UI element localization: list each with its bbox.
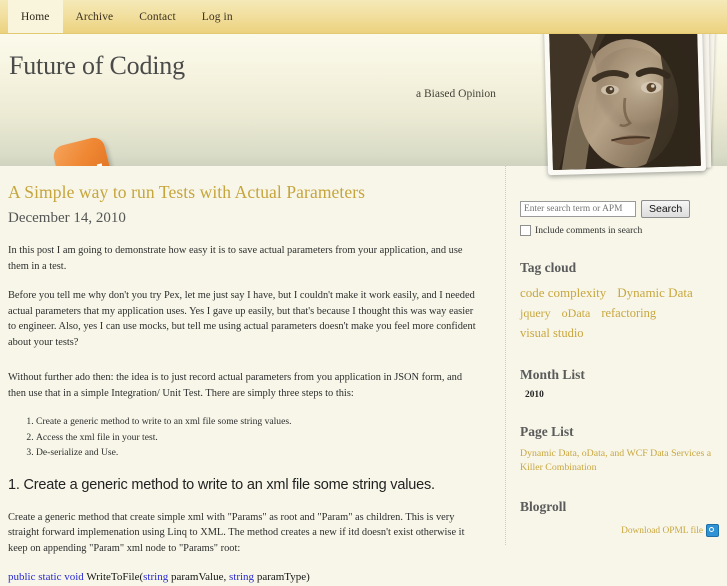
- include-comments-label: Include comments in search: [535, 225, 643, 236]
- page-list-section: Page List Dynamic Data, oData, and WCF D…: [520, 424, 719, 475]
- tag-refactoring[interactable]: refactoring: [601, 306, 656, 320]
- include-comments-row: Include comments in search: [520, 225, 719, 236]
- post-body: In this post I am going to demonstrate h…: [8, 243, 481, 586]
- rss-icon-arc-outer: [57, 141, 110, 166]
- tag-code-complexity[interactable]: code complexity: [520, 285, 606, 300]
- list-item: Create a generic method to write to an x…: [36, 415, 481, 429]
- month-list-section: Month List 2010: [520, 367, 719, 400]
- blogroll-heading: Blogroll: [520, 499, 567, 514]
- site-tagline: a Biased Opinion: [416, 88, 496, 100]
- header-photo-stack: [542, 10, 722, 176]
- code-snippet: public static void WriteToFile(string pa…: [8, 570, 481, 586]
- nav-item-login-label: Log in: [201, 10, 233, 23]
- steps-list: Create a generic method to write to an x…: [8, 415, 481, 460]
- nav-item-archive-label: Archive: [75, 10, 114, 23]
- code-identifier-3: paramType): [254, 571, 310, 583]
- tag-visual-studio[interactable]: visual studio: [520, 326, 584, 340]
- code-identifier-2: paramValue,: [168, 571, 229, 583]
- list-item: Access the xml file in your test.: [36, 431, 481, 445]
- section-paragraph: Create a generic method that create simp…: [8, 511, 465, 554]
- avatar: [549, 25, 701, 171]
- tag-jquery[interactable]: jquery: [520, 306, 551, 320]
- nav-item-login[interactable]: Log in: [189, 0, 246, 33]
- tag-odata[interactable]: oData: [562, 306, 591, 320]
- blogroll-section: Blogroll Download OPML file: [520, 499, 719, 537]
- tag-cloud-heading: Tag cloud: [520, 260, 577, 275]
- search-widget: Search: [520, 200, 719, 218]
- tag-dynamic-data[interactable]: Dynamic Data: [617, 285, 692, 300]
- sidebar: Search Include comments in search Tag cl…: [505, 166, 727, 545]
- tag-cloud-list: code complexity Dynamic Data jquery oDat…: [520, 283, 719, 343]
- rss-icon-body: [51, 135, 115, 166]
- post-title[interactable]: A Simple way to run Tests with Actual Pa…: [8, 182, 481, 203]
- rss-icon[interactable]: [51, 135, 115, 166]
- page-list-item[interactable]: Dynamic Data, oData, and WCF Data Servic…: [520, 447, 719, 475]
- post-paragraph-3: Without further ado then: the idea is to…: [8, 372, 463, 399]
- month-list-heading: Month List: [520, 367, 585, 382]
- code-keyword-1: public static void: [8, 571, 87, 583]
- code-keyword-2: string: [143, 571, 169, 583]
- opml-row: Download OPML file: [520, 524, 719, 537]
- month-list-item-2010[interactable]: 2010: [525, 390, 719, 400]
- download-opml-link[interactable]: Download OPML file: [621, 526, 703, 536]
- post-date: December 14, 2010: [8, 210, 126, 226]
- code-identifier-1: WriteToFile(: [86, 571, 144, 583]
- nav-item-home-label: Home: [21, 10, 50, 23]
- page-root: Home Archive Contact Log in Future of Co…: [0, 0, 727, 583]
- top-navigation-bar: Home Archive Contact Log in: [0, 0, 727, 34]
- photo-frame: [543, 20, 707, 176]
- section-heading: 1. Create a generic method to write to a…: [8, 477, 435, 493]
- portrait-illustration: [549, 25, 701, 171]
- opml-icon[interactable]: [706, 524, 719, 537]
- post-content: A Simple way to run Tests with Actual Pa…: [0, 166, 497, 586]
- page-list-heading: Page List: [520, 424, 574, 439]
- list-item: De-serialize and Use.: [36, 446, 481, 460]
- nav-item-home[interactable]: Home: [8, 0, 63, 33]
- nav-list: Home Archive Contact Log in: [0, 0, 727, 33]
- include-comments-checkbox[interactable]: [520, 225, 531, 236]
- nav-item-contact-label: Contact: [139, 10, 176, 23]
- nav-item-contact[interactable]: Contact: [126, 0, 188, 33]
- code-keyword-3: string: [229, 571, 255, 583]
- site-title[interactable]: Future of Coding: [9, 51, 185, 81]
- post-paragraph-2: Before you tell me why don't you try Pex…: [8, 290, 476, 348]
- nav-item-archive[interactable]: Archive: [63, 0, 127, 33]
- post-paragraph-1: In this post I am going to demonstrate h…: [8, 245, 463, 272]
- search-button[interactable]: Search: [641, 200, 691, 218]
- search-input[interactable]: [520, 201, 636, 217]
- tag-cloud-section: Tag cloud code complexity Dynamic Data j…: [520, 260, 719, 343]
